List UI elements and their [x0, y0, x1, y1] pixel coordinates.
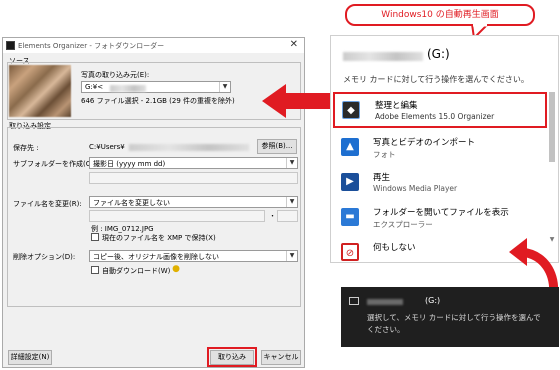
lightbulb-icon[interactable]: ● — [171, 264, 181, 275]
delete-options-select[interactable]: コピー後、オリジナル画像を削除しない ▼ — [89, 250, 298, 262]
item-title: 写真とビデオのインポート — [373, 138, 476, 148]
drive-label: (G:) — [427, 47, 450, 61]
auto-download-checkbox[interactable] — [91, 266, 99, 274]
cancel-button[interactable]: キャンセル — [261, 350, 301, 365]
delete-options-label: 削除オプション(D): — [13, 253, 76, 261]
autoplay-item-organize[interactable]: ◆ 整理と編集 Adobe Elements 15.0 Organizer — [333, 92, 547, 128]
elements-organizer-icon: ◆ — [342, 101, 360, 119]
item-subtitle: Adobe Elements 15.0 Organizer — [375, 112, 495, 121]
scrollbar-thumb[interactable] — [549, 92, 555, 162]
item-title: 何もしない — [373, 243, 416, 253]
item-title: 整理と編集 — [375, 101, 418, 111]
file-info: 646 ファイル選択 - 2.1GB (29 件の重複を除外) — [81, 97, 235, 105]
browse-button[interactable]: 参照(B)... — [257, 139, 297, 154]
rename-select[interactable]: ファイル名を変更しない ▼ — [89, 196, 298, 208]
xmp-checkbox[interactable] — [91, 233, 99, 241]
red-arrow — [262, 84, 334, 118]
app-icon — [6, 41, 15, 50]
autoplay-toast[interactable]: (G:) 選択して、メモリ カードに対して行う操作を選んで ください。 — [341, 287, 559, 347]
rename-dot: ・ — [269, 212, 276, 220]
item-subtitle: フォト — [373, 150, 396, 159]
autoplay-item-import[interactable]: ▲ 写真とビデオのインポート フォト — [335, 132, 547, 164]
autoplay-panel: (G:) メモリ カードに対して行う操作を選んでください。 ▼ ◆ 整理と編集 … — [330, 35, 559, 263]
callout-label: Windows10 の自動再生画面 — [345, 4, 535, 26]
autoplay-item-play[interactable]: ▶ 再生 Windows Media Player — [335, 167, 547, 199]
item-subtitle: Windows Media Player — [373, 184, 458, 193]
copy-from-label: 写真の取り込み元(E): — [81, 71, 150, 79]
item-title: 再生 — [373, 173, 391, 183]
subfolder-select[interactable]: 撮影日 (yyyy mm dd) ▼ — [89, 157, 298, 169]
folder-icon: ▬ — [341, 208, 359, 226]
chevron-down-icon: ▼ — [286, 251, 297, 261]
item-title: フォルダーを開いてファイルを表示 — [373, 208, 509, 218]
rename-label: ファイル名を変更(R): — [13, 200, 82, 208]
dialog-titlebar: Elements Organizer - フォトダウンローダー ✕ — [3, 38, 304, 53]
subfolder-name-field[interactable] — [89, 172, 298, 184]
toast-message-line2: ください。 — [367, 325, 405, 334]
subfolder-label: サブフォルダーを作成(C): — [13, 160, 96, 168]
xmp-checkbox-label: 現在のファイル名を XMP で保持(X) — [102, 234, 216, 242]
auto-download-label: 自動ダウンロード(W) — [102, 267, 171, 275]
source-select[interactable]: G:¥< ▼ — [81, 81, 231, 93]
item-subtitle: エクスプローラー — [373, 220, 433, 229]
media-player-icon: ▶ — [341, 173, 359, 191]
save-to-path: C:¥Users¥ — [89, 143, 125, 151]
advanced-button[interactable]: 詳細設定(N) — [8, 350, 52, 365]
source-thumbnail — [9, 65, 71, 117]
close-icon[interactable]: ✕ — [290, 39, 298, 50]
photos-icon: ▲ — [341, 138, 359, 156]
import-button[interactable]: 取り込み — [210, 350, 254, 365]
chevron-down-icon: ▼ — [286, 158, 297, 168]
rename-number-field[interactable] — [277, 210, 298, 222]
block-icon: ⊘ — [341, 243, 359, 261]
dialog-title: Elements Organizer - フォトダウンローダー — [18, 42, 165, 50]
toast-message-line1: 選択して、メモリ カードに対して行う操作を選んで — [367, 313, 541, 322]
drive-icon — [349, 297, 359, 305]
photo-downloader-dialog: Elements Organizer - フォトダウンローダー ✕ ソース 写真… — [2, 37, 305, 368]
chevron-down-icon: ▼ — [219, 82, 230, 92]
toast-drive-label: (G:) — [425, 296, 441, 305]
autoplay-item-open-folder[interactable]: ▬ フォルダーを開いてファイルを表示 エクスプローラー — [335, 202, 547, 234]
chevron-down-icon: ▼ — [286, 197, 297, 207]
save-to-label: 保存先 : — [13, 144, 39, 152]
rename-text-field[interactable] — [89, 210, 265, 222]
autoplay-prompt: メモリ カードに対して行う操作を選んでください。 — [343, 75, 529, 84]
